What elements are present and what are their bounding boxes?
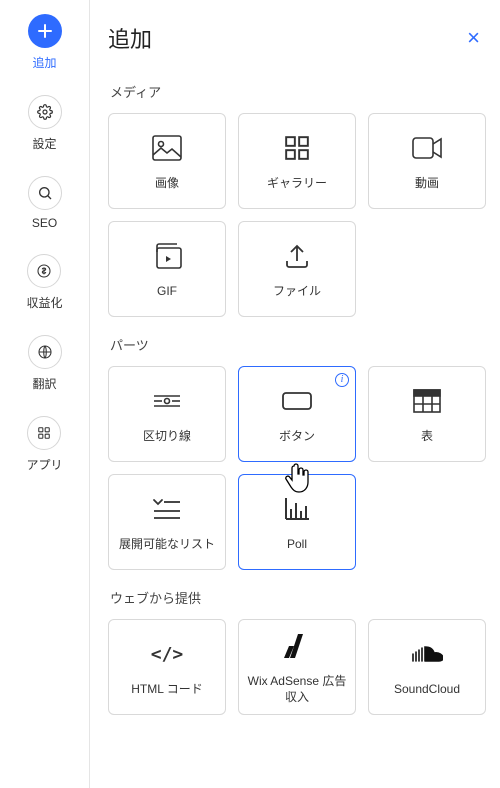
sidebar-item-settings[interactable]: 設定: [28, 95, 62, 152]
card-label: 表: [417, 429, 437, 445]
card-label: HTML コード: [127, 682, 207, 698]
card-soundcloud[interactable]: SoundCloud: [368, 619, 486, 715]
card-poll[interactable]: Poll: [238, 474, 356, 570]
video-icon: [412, 130, 442, 166]
sidebar-item-label: 設定: [32, 135, 56, 152]
sidebar-item-seo[interactable]: SEO: [28, 176, 62, 230]
code-icon: </>: [151, 636, 184, 672]
sidebar-item-label: 翻訳: [32, 375, 56, 392]
card-label: SoundCloud: [390, 682, 464, 698]
section-title-media: メディア: [110, 82, 486, 101]
adsense-icon: [284, 628, 310, 664]
card-label: 展開可能なリスト: [115, 537, 219, 553]
grid4-icon: [27, 416, 61, 450]
sidebar-item-apps[interactable]: アプリ: [26, 416, 62, 473]
panel-title: 追加: [108, 22, 152, 54]
button-icon: [282, 383, 312, 419]
card-label: ギャラリー: [263, 176, 331, 192]
card-label: Wix AdSense 広告収入: [239, 674, 355, 705]
card-label: GIF: [153, 284, 181, 300]
upload-icon: [284, 238, 310, 274]
dollar-icon: [27, 254, 61, 288]
sidebar-item-monetize[interactable]: 収益化: [26, 254, 62, 311]
sidebar-item-add[interactable]: 追加: [28, 14, 62, 71]
sidebar-item-label: 収益化: [26, 294, 62, 311]
poll-icon: [284, 491, 310, 527]
plus-icon: [28, 14, 62, 48]
globe-icon: [28, 335, 62, 369]
card-table[interactable]: 表: [368, 366, 486, 462]
card-video[interactable]: 動画: [368, 113, 486, 209]
card-html-code[interactable]: </> HTML コード: [108, 619, 226, 715]
info-icon[interactable]: i: [335, 373, 349, 387]
table-icon: [413, 383, 441, 419]
gif-icon: [152, 238, 182, 274]
sidebar-item-label: アプリ: [26, 456, 62, 473]
sidebar: 追加 設定 SEO 収益化 翻訳 アプリ: [0, 0, 90, 788]
soundcloud-icon: [411, 636, 443, 672]
sidebar-item-label: SEO: [32, 216, 57, 230]
close-icon[interactable]: ×: [461, 23, 486, 53]
section-title-parts: パーツ: [110, 335, 486, 354]
card-image[interactable]: 画像: [108, 113, 226, 209]
image-icon: [152, 130, 182, 166]
card-gallery[interactable]: ギャラリー: [238, 113, 356, 209]
add-panel: 追加 × メディア 画像 ギャラリー 動画 GIF: [90, 0, 500, 788]
card-file[interactable]: ファイル: [238, 221, 356, 317]
card-label: 動画: [411, 176, 443, 192]
panel-header: 追加 ×: [108, 22, 486, 54]
card-button[interactable]: i ボタン: [238, 366, 356, 462]
web-grid: </> HTML コード Wix AdSense 広告収入 SoundCloud: [108, 619, 486, 715]
card-label: ファイル: [269, 284, 325, 300]
card-expandable-list[interactable]: 展開可能なリスト: [108, 474, 226, 570]
gear-icon: [28, 95, 62, 129]
card-label: 画像: [151, 176, 183, 192]
sidebar-item-translate[interactable]: 翻訳: [28, 335, 62, 392]
section-title-web: ウェブから提供: [110, 588, 486, 607]
collapse-list-icon: [152, 491, 182, 527]
grid4-icon: [284, 130, 310, 166]
card-gif[interactable]: GIF: [108, 221, 226, 317]
divider-icon: [152, 383, 182, 419]
card-label: ボタン: [275, 429, 319, 445]
card-label: 区切り線: [139, 429, 195, 445]
media-grid: 画像 ギャラリー 動画 GIF ファイル: [108, 113, 486, 317]
card-divider[interactable]: 区切り線: [108, 366, 226, 462]
card-adsense[interactable]: Wix AdSense 広告収入: [238, 619, 356, 715]
card-label: Poll: [283, 537, 311, 553]
search-icon: [28, 176, 62, 210]
parts-grid: 区切り線 i ボタン 表 展開可能なリスト: [108, 366, 486, 570]
sidebar-item-label: 追加: [32, 54, 56, 71]
